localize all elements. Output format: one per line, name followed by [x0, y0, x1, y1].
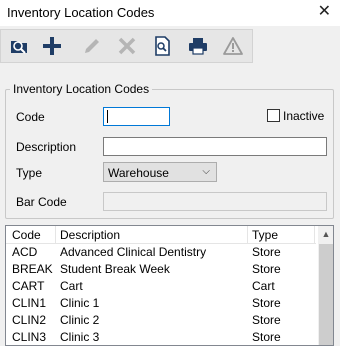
description-input[interactable]: [103, 137, 327, 156]
column-header-code[interactable]: Code: [12, 228, 41, 242]
cell-description: Student Break Week: [60, 262, 170, 276]
cell-type: Store: [252, 245, 281, 259]
cell-type: Cart: [252, 279, 275, 293]
table-body: ACD Advanced Clinical Dentistry Store BR…: [6, 243, 316, 345]
column-header-type[interactable]: Type: [252, 228, 278, 242]
close-icon[interactable]: ✕: [318, 2, 331, 22]
cell-description: Advanced Clinical Dentistry: [60, 245, 207, 259]
type-value: Warehouse: [108, 166, 169, 180]
table-row[interactable]: CLIN1 Clinic 1 Store: [6, 294, 316, 311]
type-select[interactable]: Warehouse ⌵: [103, 162, 217, 182]
cell-type: Store: [252, 313, 281, 327]
cell-code: CART: [12, 279, 45, 293]
table-row[interactable]: CLIN3 Clinic 3 Store: [6, 328, 316, 345]
cell-code: CLIN2: [12, 313, 47, 327]
cell-description: Clinic 2: [60, 313, 100, 327]
table-header: Code Description Type: [6, 226, 316, 244]
column-header-description[interactable]: Description: [60, 228, 120, 242]
description-label: Description: [16, 140, 77, 154]
printer-icon[interactable]: [185, 33, 211, 59]
table-row[interactable]: CART Cart Cart: [6, 277, 316, 294]
cell-code: ACD: [12, 245, 38, 259]
preview-document-icon[interactable]: [149, 33, 175, 59]
delete-x-icon[interactable]: [114, 33, 140, 59]
table-row[interactable]: CLIN2 Clinic 2 Store: [6, 311, 316, 328]
locations-table: Code Description Type ACD Advanced Clini…: [5, 225, 334, 346]
group-title: Inventory Location Codes: [10, 82, 153, 96]
scrollbar-thumb[interactable]: [319, 244, 333, 345]
cell-type: Store: [252, 296, 281, 310]
inactive-checkbox[interactable]: [267, 109, 280, 122]
scroll-up-icon[interactable]: ▲: [318, 226, 333, 243]
cell-code: CLIN3: [12, 330, 47, 344]
chevron-down-icon: ⌵: [202, 166, 210, 177]
barcode-input: [103, 192, 327, 211]
cell-code: CLIN1: [12, 296, 47, 310]
table-row[interactable]: BREAK Student Break Week Store: [6, 260, 316, 277]
cell-description: Clinic 1: [60, 296, 100, 310]
code-label: Code: [16, 110, 45, 124]
table-row[interactable]: ACD Advanced Clinical Dentistry Store: [6, 243, 316, 260]
search-folder-icon[interactable]: [6, 33, 32, 59]
window-title: Inventory Location Codes: [7, 5, 155, 20]
column-divider[interactable]: [55, 226, 56, 243]
type-label: Type: [16, 166, 43, 180]
warning-triangle-icon[interactable]: [220, 33, 246, 59]
plus-icon[interactable]: [39, 33, 65, 59]
cell-type: Store: [252, 262, 281, 276]
barcode-label: Bar Code: [16, 195, 67, 209]
cell-code: BREAK: [12, 262, 53, 276]
text-caret: [107, 110, 108, 123]
code-input[interactable]: [103, 107, 170, 126]
title-bar: Inventory Location Codes ✕: [0, 0, 340, 26]
column-divider[interactable]: [247, 226, 248, 243]
inactive-label[interactable]: Inactive: [283, 109, 324, 123]
edit-pencil-icon[interactable]: [79, 33, 105, 59]
toolbar: [0, 29, 253, 63]
cell-description: Cart: [60, 279, 83, 293]
column-divider[interactable]: [314, 226, 315, 243]
cell-description: Clinic 3: [60, 330, 100, 344]
cell-type: Store: [252, 330, 281, 344]
